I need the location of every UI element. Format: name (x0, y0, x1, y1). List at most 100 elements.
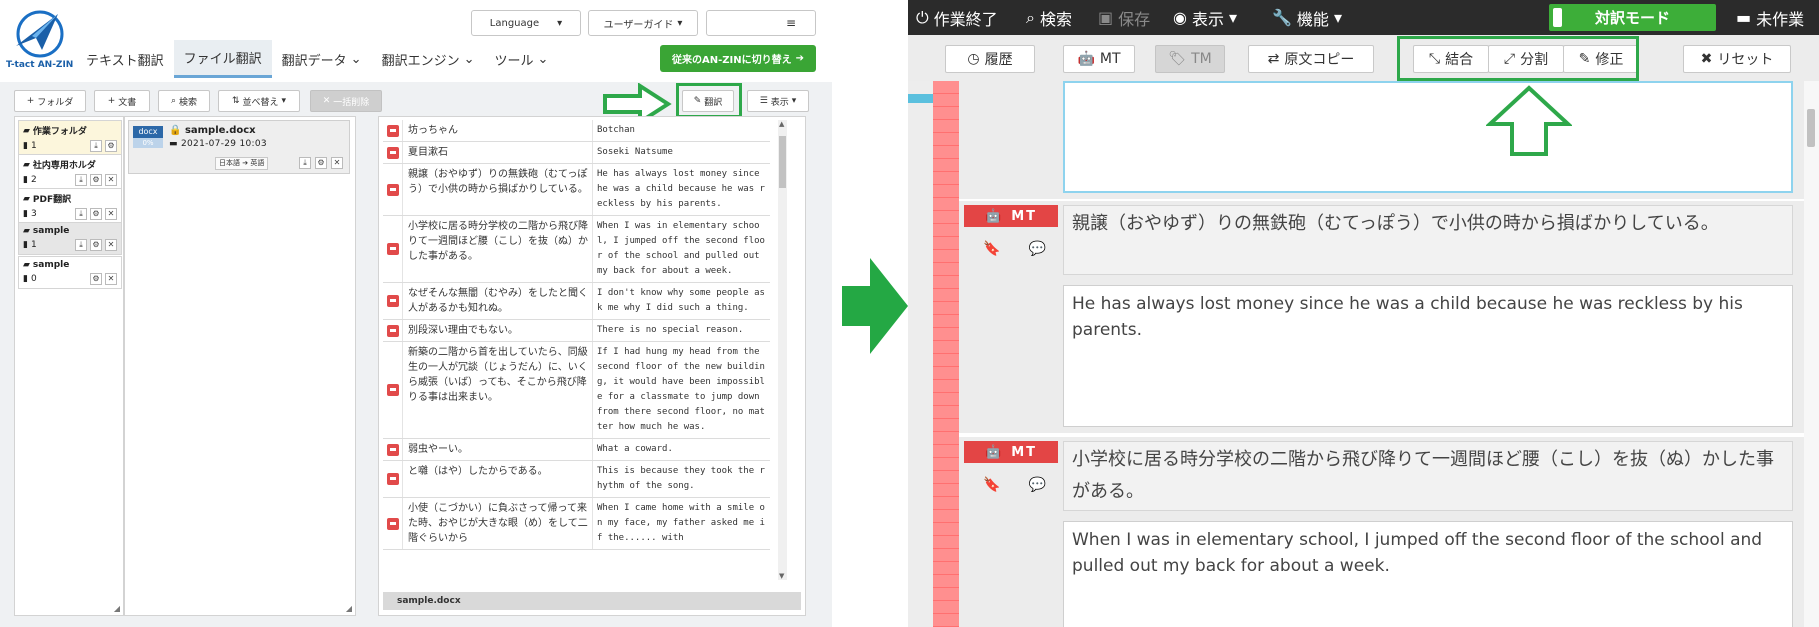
menu-finish[interactable]: ⏻ 作業終了 (916, 0, 998, 35)
robot-icon (386, 183, 399, 196)
reset-button[interactable]: ✖ リセット (1683, 45, 1791, 73)
segment-target: When I came home with a smile on my face… (597, 503, 765, 543)
download-icon[interactable]: ⤓ (75, 239, 87, 251)
editor-scrollbar[interactable] (1804, 81, 1819, 627)
nav-tab-1[interactable]: ファイル翻訳 (173, 40, 272, 78)
file-card[interactable]: docx 0% 🔒 sample.docx ▬ 2021-07-29 10:03… (128, 120, 350, 174)
segment-row[interactable]: と囃（はや）したからである。 This is because they took … (383, 461, 770, 498)
nav-tab-4[interactable]: ツール ⌄ (484, 40, 558, 78)
comment-icon[interactable]: 💬 (1028, 241, 1045, 257)
menu-view[interactable]: ◉ 表示 ▾ (1173, 0, 1237, 35)
display-label: 表示 (770, 97, 789, 108)
robot-icon (386, 473, 399, 485)
close-icon[interactable]: ✕ (105, 208, 117, 220)
segment-row[interactable]: 小学校に居る時分学校の二階から飛び降りて一週間ほど腰（こし）を抜（ぬ）かした事が… (383, 216, 770, 283)
close-icon[interactable]: ✕ (331, 157, 343, 169)
add-document-button[interactable]: + 文書 (94, 90, 150, 112)
caret-down-icon: ▾ (791, 96, 797, 106)
file-column: ◢ (124, 116, 356, 616)
folder-item[interactable]: ▰ PDF翻訳 ▮ 3 ⤓ ⚙ ✕ (18, 188, 122, 224)
menu-search[interactable]: ⌕ 検索 (1026, 0, 1072, 35)
segment-row[interactable]: 弱虫やーい。 What a coward. (383, 439, 770, 461)
display-button[interactable]: ☰ 表示 ▾ (747, 90, 809, 112)
download-icon[interactable]: ⤓ (299, 157, 311, 169)
segment-row[interactable]: 親譲（おやゆず）りの無鉄砲（むてっぽう）で小供の時から損ばかりしている。 He h… (383, 164, 770, 216)
scrollbar-thumb[interactable] (1807, 109, 1815, 147)
menu-search-label: 検索 (1039, 9, 1072, 29)
search-button[interactable]: ⌕ 検索 (158, 90, 210, 112)
language-select[interactable]: Language ▾ (471, 10, 581, 36)
segment-row[interactable]: なぜそんな無闇（むやみ）をしたと聞く人があるかも知れぬ。 I don't know… (383, 283, 770, 320)
segment-row[interactable]: 別段深い理由でもない。 There is no special reason. (383, 320, 770, 342)
gear-icon[interactable]: ⚙ (90, 208, 102, 220)
user-guide-button[interactable]: ユーザーガイド ▾ (588, 10, 698, 36)
folder-count: 1 (30, 240, 37, 250)
gear-icon[interactable]: ⚙ (90, 174, 102, 186)
file-name: 🔒 sample.docx (169, 125, 256, 136)
folder-name: ▰ sample (23, 226, 117, 236)
search-icon: ⌕ (1026, 7, 1035, 27)
gear-icon[interactable]: ⚙ (105, 140, 117, 152)
gear-icon[interactable]: ⚙ (90, 239, 102, 251)
folder-item[interactable]: ▰ 作業フォルダ ▮ 1 ⤓ ⚙ (18, 120, 122, 156)
target-textarea[interactable]: When I was in elementary school, I jumpe… (1063, 521, 1793, 627)
segment-scrollbar[interactable]: ▲ ▼ (778, 120, 787, 580)
target-textarea[interactable]: He has always lost money since he was a … (1063, 285, 1793, 427)
minus-icon: ▬ (1736, 8, 1752, 27)
resize-handle-icon[interactable]: ◢ (346, 604, 352, 613)
scroll-down-icon[interactable]: ▼ (779, 572, 784, 580)
gear-icon[interactable]: ⚙ (315, 157, 327, 169)
resize-handle-icon[interactable]: ◢ (114, 604, 120, 613)
copy-source-button[interactable]: ⇄ 原文コピー (1248, 45, 1374, 73)
gear-icon[interactable]: ⚙ (90, 273, 102, 285)
sort-icon: ⇅ (231, 96, 240, 106)
tm-button[interactable]: 🏷 TM (1155, 45, 1225, 73)
folder-item[interactable]: ▰ sample ▮ 0 ⚙ ✕ (18, 256, 122, 289)
close-icon[interactable]: ✕ (105, 273, 117, 285)
copy-source-label: 原文コピー (1284, 52, 1355, 68)
transition-arrow-icon (842, 258, 908, 354)
nav-tab-2[interactable]: 翻訳データ ⌄ (272, 40, 372, 78)
download-icon[interactable]: ⤓ (75, 208, 87, 220)
add-folder-button[interactable]: + フォルダ (14, 90, 86, 112)
segment-row[interactable]: 坊っちゃん Botchan (383, 120, 770, 142)
target-textarea[interactable] (1063, 81, 1793, 193)
bulk-delete-button[interactable]: ✕ 一括削除 (310, 90, 382, 112)
caret-down-icon: ▾ (1333, 8, 1342, 27)
bilingual-mode-toggle[interactable]: 対訳モード (1549, 4, 1716, 31)
nav-tab-3[interactable]: 翻訳エンジン ⌄ (372, 40, 485, 78)
comment-icon[interactable]: 💬 (1028, 477, 1045, 493)
segment-source: と囃（はや）したからである。 (403, 461, 593, 497)
scrollbar-thumb[interactable] (779, 136, 786, 188)
download-icon[interactable]: ⤓ (90, 140, 102, 152)
file-translation-screen: T-tact AN-ZIN Language ▾ ユーザーガイド ▾ ≡ テキス… (0, 0, 832, 627)
nav-tab-0[interactable]: テキスト翻訳 (76, 40, 174, 78)
folder-item[interactable]: ▰ 社内専用ホルダ ▮ 2 ⤓ ⚙ ✕ (18, 154, 122, 190)
menu-untouched[interactable]: ▬ 未作業 (1736, 0, 1804, 35)
folder-meta: ▮ 3 ⤓ ⚙ ✕ (23, 208, 117, 220)
download-icon[interactable]: ⤓ (75, 174, 87, 186)
segment-row[interactable]: 小使（こづかい）に負ぶさって帰って来た時、おやじが大きな眼（め）をして二階ぐらい… (383, 498, 770, 550)
folder-count: 2 (30, 175, 37, 185)
segment-status (383, 439, 403, 460)
menu-button[interactable]: ≡ (706, 10, 816, 36)
menu-save[interactable]: ▣ 保存 (1098, 0, 1150, 35)
robot-icon (386, 443, 399, 456)
bookmark-icon[interactable]: 🔖 (983, 477, 1000, 493)
hamburger-icon: ≡ (785, 16, 797, 30)
segment-row[interactable]: 夏目漱石 Soseki Natsume (383, 142, 770, 164)
plus-icon: + (107, 96, 116, 106)
close-icon[interactable]: ✕ (105, 239, 117, 251)
bookmark-icon[interactable]: 🔖 (983, 241, 1000, 257)
sort-button[interactable]: ⇅ 並べ替え ▾ (218, 90, 300, 112)
scroll-up-icon[interactable]: ▲ (779, 120, 784, 128)
menu-function[interactable]: 🔧 機能 ▾ (1272, 0, 1342, 35)
close-icon[interactable]: ✕ (105, 174, 117, 186)
folder-item[interactable]: ▰ sample ▮ 1 ⤓ ⚙ ✕ (18, 222, 122, 255)
switch-legacy-button[interactable]: 従来のAN-ZINに切り替え ➔ (660, 45, 816, 72)
segment-row[interactable]: 新築の二階から首を出していたら、同級生の一人が冗談（じょうだん）に、いくら威張（… (383, 342, 770, 439)
wrench-icon: 🔧 (1272, 8, 1292, 27)
mt-button[interactable]: 🤖 MT (1063, 45, 1135, 73)
history-button[interactable]: ◷ 履歴 (945, 45, 1035, 73)
nav-tab-label: ツール (494, 53, 534, 69)
